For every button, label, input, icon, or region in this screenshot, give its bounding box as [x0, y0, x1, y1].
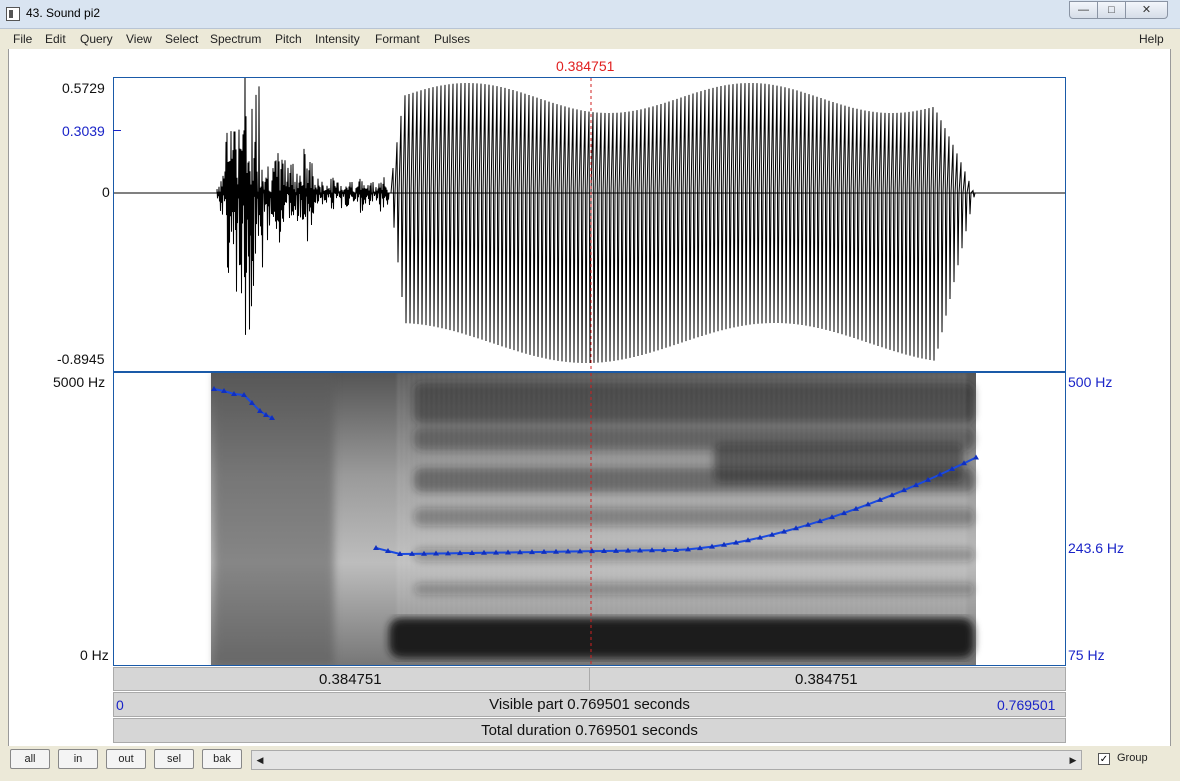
scroll-left-arrow-icon[interactable]: ◀: [252, 751, 268, 769]
menu-select[interactable]: Select: [165, 32, 198, 46]
group-label: Group: [1117, 752, 1148, 764]
menu-intensity[interactable]: Intensity: [315, 32, 360, 46]
close-button[interactable]: ✕: [1125, 1, 1168, 19]
spectrogram-min-label: 0 Hz: [80, 647, 109, 663]
right-segment-bar[interactable]: 0.384751: [589, 667, 1066, 691]
left-segment-label: 0.384751: [319, 671, 382, 688]
spectrogram-panel[interactable]: [113, 372, 1066, 666]
spectrogram-max-label: 5000 Hz: [53, 374, 106, 390]
waveform-min-label: -0.8945: [57, 351, 105, 367]
menu-edit[interactable]: Edit: [45, 32, 66, 46]
menu-bar: File Edit Query View Select Spectrum Pit…: [8, 29, 1168, 49]
waveform-mark-label: 0.3039: [62, 123, 105, 139]
zoom-out-button[interactable]: out: [106, 749, 146, 769]
spectrogram-graphic: [211, 373, 979, 665]
pitch-max-label: 500 Hz: [1068, 374, 1113, 390]
waveform-mark-tick: [113, 130, 121, 131]
waveform-graphic: [114, 78, 1065, 371]
zoom-in-button[interactable]: in: [58, 749, 98, 769]
cursor-time-label: 0.384751: [556, 58, 615, 74]
maximize-button[interactable]: □: [1097, 1, 1126, 19]
visible-part-bar[interactable]: Visible part 0.769501 seconds: [113, 692, 1066, 717]
bottom-toolbar: all in out sel bak ◀ ▶ ✓ Group: [8, 746, 1169, 781]
left-segment-bar[interactable]: 0.384751: [113, 667, 590, 691]
menu-help[interactable]: Help: [1139, 32, 1164, 46]
window-title-bar: 43. Sound pi2: [0, 0, 1180, 29]
pitch-mark-label: 243.6 Hz: [1068, 540, 1125, 556]
zoom-all-button[interactable]: all: [10, 749, 50, 769]
menu-file[interactable]: File: [13, 32, 32, 46]
pitch-min-label: 75 Hz: [1068, 647, 1105, 663]
menu-spectrum[interactable]: Spectrum: [210, 32, 261, 46]
zoom-selection-button[interactable]: sel: [154, 749, 194, 769]
visible-start-label: 0: [116, 697, 124, 713]
window-title: 43. Sound pi2: [26, 6, 101, 20]
menu-pulses[interactable]: Pulses: [434, 32, 470, 46]
visible-part-label: Visible part 0.769501 seconds: [489, 696, 690, 713]
waveform-panel[interactable]: [113, 77, 1066, 372]
group-checkbox[interactable]: ✓: [1098, 753, 1110, 765]
right-segment-label: 0.384751: [795, 671, 858, 688]
total-duration-label: Total duration 0.769501 seconds: [481, 722, 698, 739]
menu-query[interactable]: Query: [80, 32, 113, 46]
menu-formant[interactable]: Formant: [375, 32, 420, 46]
time-scrollbar[interactable]: ◀ ▶: [251, 750, 1082, 770]
zoom-back-button[interactable]: bak: [202, 749, 242, 769]
minimize-button[interactable]: —: [1069, 1, 1098, 19]
visible-end-label: 0.769501: [997, 697, 1056, 713]
total-duration-bar[interactable]: Total duration 0.769501 seconds: [113, 718, 1066, 743]
waveform-zero-label: 0: [102, 184, 110, 200]
scroll-right-arrow-icon[interactable]: ▶: [1065, 751, 1081, 769]
menu-view[interactable]: View: [126, 32, 152, 46]
app-icon: [6, 7, 20, 21]
menu-pitch[interactable]: Pitch: [275, 32, 302, 46]
waveform-max-label: 0.5729: [62, 80, 105, 96]
